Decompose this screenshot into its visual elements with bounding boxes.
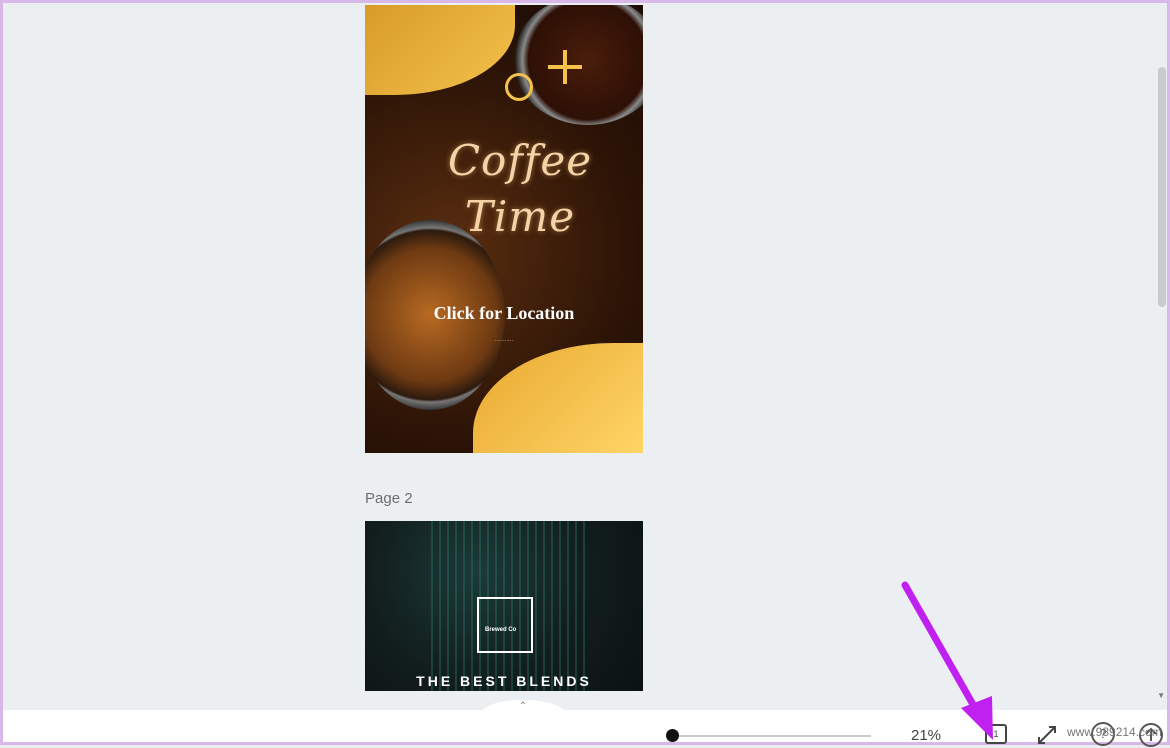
page-2-label: Page 2 [365, 490, 413, 507]
editor-canvas: Coffee Time Click for Location .........… [3, 3, 1161, 710]
click-for-location-text[interactable]: Click for Location [365, 303, 643, 324]
watermark-text: www.989214.com [1067, 725, 1162, 739]
logo-frame: Brewed Co [477, 597, 533, 653]
logo-frame-text: Brewed Co [485, 627, 517, 633]
scroll-down-arrow-icon[interactable]: ▼ [1157, 691, 1165, 700]
zoom-slider-handle[interactable] [666, 729, 679, 742]
bottom-toolbar: ⌃ 21% 1 ? [3, 700, 1167, 747]
small-caption-text: ........... [494, 337, 514, 343]
scrollbar-thumb[interactable] [1158, 67, 1166, 307]
design-page-1[interactable]: Coffee Time Click for Location .........… [365, 5, 643, 453]
gold-shape-top [365, 5, 515, 95]
plus-decoration-icon [548, 50, 582, 84]
zoom-percentage[interactable]: 21% [911, 727, 941, 744]
fullscreen-expand-icon[interactable] [1035, 723, 1059, 747]
coffee-time-title[interactable]: Coffee Time [440, 133, 600, 245]
page-grid-icon[interactable]: 1 [985, 724, 1007, 744]
ring-decoration-icon [505, 73, 533, 101]
design-page-2[interactable]: Brewed Co THE BEST BLENDS [365, 521, 643, 691]
gold-shape-bottom [473, 343, 643, 453]
zoom-slider-track[interactable] [679, 735, 871, 737]
best-blends-headline[interactable]: THE BEST BLENDS [365, 673, 643, 689]
